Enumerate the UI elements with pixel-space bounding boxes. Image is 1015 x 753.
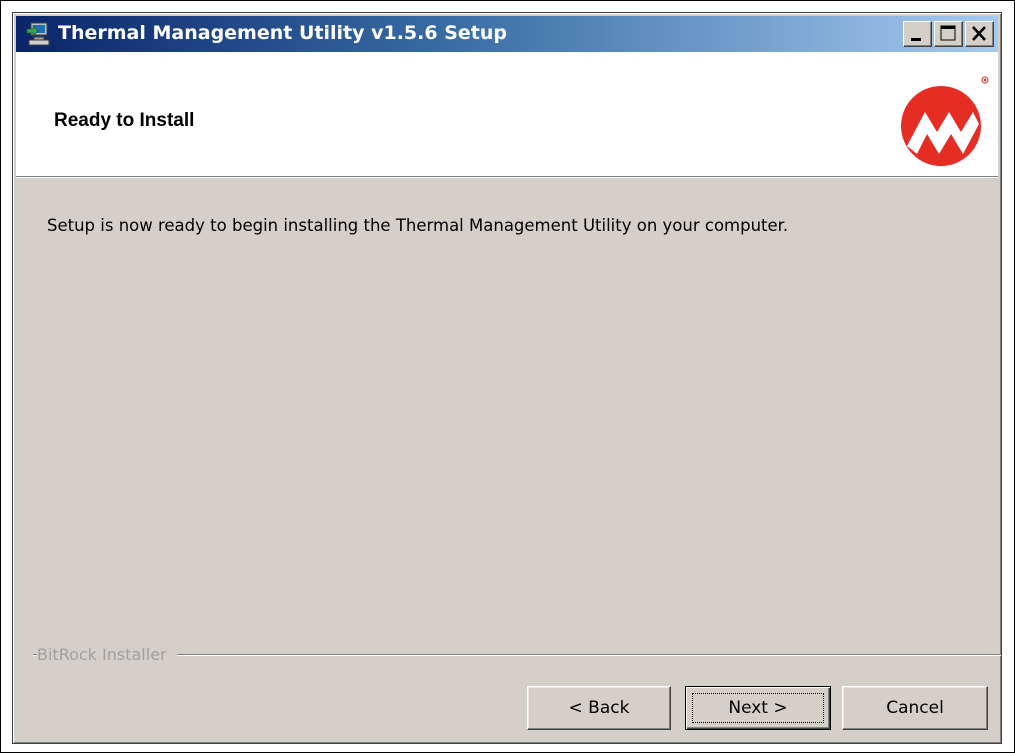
screenshot-frame: Thermal Management Utility v1.5.6 Setup — [0, 0, 1015, 753]
separator-rule — [33, 654, 1001, 656]
title-buttons — [903, 21, 994, 48]
maximize-button[interactable] — [934, 21, 963, 47]
install-message: Setup is now ready to begin installing t… — [47, 216, 789, 235]
focus-rectangle — [692, 693, 824, 723]
header-divider — [16, 177, 998, 178]
title-bar[interactable]: Thermal Management Utility v1.5.6 Setup — [16, 16, 998, 52]
back-button[interactable]: < Back — [527, 686, 671, 730]
close-icon — [972, 26, 986, 41]
setup-window: Thermal Management Utility v1.5.6 Setup — [12, 12, 1002, 744]
branding-separator: BitRock Installer — [33, 645, 1001, 665]
window-title: Thermal Management Utility v1.5.6 Setup — [58, 22, 507, 44]
back-button-label: < Back — [568, 698, 630, 718]
installer-brand: BitRock Installer — [37, 645, 177, 664]
page-title: Ready to Install — [54, 110, 195, 131]
cancel-button[interactable]: Cancel — [842, 686, 988, 730]
next-button[interactable]: Next > — [685, 686, 831, 730]
close-button[interactable] — [965, 21, 994, 47]
maximize-icon — [940, 25, 956, 41]
minimize-button[interactable] — [903, 21, 932, 47]
microchip-logo — [901, 76, 989, 166]
cancel-button-label: Cancel — [886, 698, 944, 718]
header-panel: Ready to Install — [16, 52, 998, 177]
minimize-icon — [911, 38, 921, 41]
installer-computer-icon — [26, 22, 50, 46]
